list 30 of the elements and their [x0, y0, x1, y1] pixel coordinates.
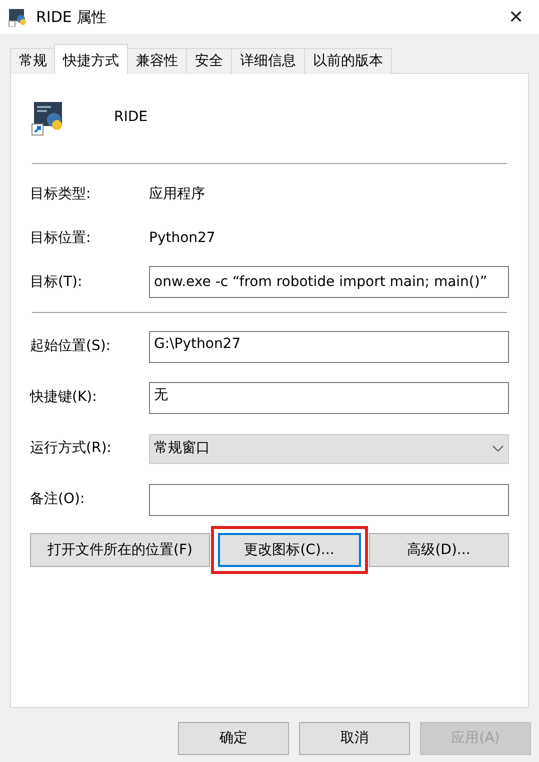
tab[interactable]: 详细信息 [231, 48, 305, 74]
tab[interactable]: 常规 [10, 48, 56, 74]
field-label: 起始位置(S): [30, 337, 112, 356]
action-button[interactable]: 高级(D)... [368, 533, 509, 567]
shortcut-name: RIDE [114, 108, 148, 127]
input-field[interactable]: G:\Python27 [149, 330, 509, 362]
window-title: RIDE 属性 [36, 6, 108, 28]
tab[interactable]: 兼容性 [127, 48, 187, 74]
field-label: 目标(T): [30, 272, 84, 292]
dropdown-value: 常规窗口 [154, 439, 210, 458]
close-button[interactable]: ✕ [501, 4, 531, 30]
input-field[interactable] [149, 484, 509, 516]
run-dropdown[interactable]: 常规窗口 [149, 434, 509, 464]
field-label: 快捷键(K): [30, 388, 98, 407]
input-field[interactable]: 无 [149, 382, 509, 414]
field-value: Python27 [149, 228, 216, 248]
field-label: 备注(O): [30, 490, 86, 509]
field-value: 应用程序 [149, 184, 205, 204]
dialog-button[interactable]: 确定 [178, 722, 289, 755]
field-label: 运行方式(R): [30, 439, 112, 458]
tab[interactable]: 以前的版本 [304, 48, 392, 74]
action-button[interactable]: 打开文件所在的位置(F) [30, 533, 210, 567]
target-field[interactable]: onw.exe -c “from robotide import main; main()” [149, 266, 509, 298]
chevron-down-icon [492, 444, 504, 452]
tab[interactable]: 安全 [186, 48, 232, 74]
field-label: 目标类型: [30, 184, 92, 204]
dialog-button[interactable]: 取消 [299, 722, 410, 755]
app-icon [8, 7, 28, 27]
field-label: 目标位置: [30, 228, 92, 248]
tab[interactable]: 快捷方式 [54, 44, 128, 74]
